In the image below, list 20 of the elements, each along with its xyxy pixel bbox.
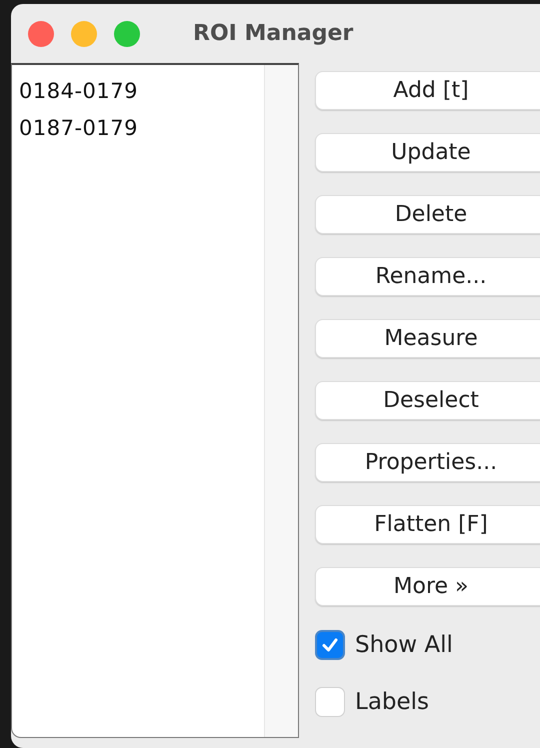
checkbox[interactable]: [315, 630, 345, 660]
scrollbar-track[interactable]: [264, 65, 298, 737]
list-item[interactable]: 0184-0179: [19, 73, 264, 110]
action-button[interactable]: Delete: [315, 195, 540, 234]
checkbox-label: Labels: [355, 688, 430, 714]
action-button[interactable]: Add [t]: [315, 71, 540, 110]
window-title: ROI Manager: [193, 21, 354, 46]
action-button[interactable]: Properties...: [315, 443, 540, 482]
minimize-button[interactable]: [71, 20, 97, 46]
list-item[interactable]: 0187-0179: [19, 110, 264, 147]
action-button[interactable]: Rename...: [315, 257, 540, 296]
checkbox-label: Show All: [355, 632, 453, 658]
zoom-button[interactable]: [114, 20, 140, 46]
close-button[interactable]: [28, 20, 54, 46]
action-button[interactable]: Flatten [F]: [315, 505, 540, 544]
action-button[interactable]: Update: [315, 133, 540, 172]
action-button[interactable]: More »: [315, 567, 540, 606]
action-button[interactable]: Measure: [315, 319, 540, 358]
action-button[interactable]: Deselect: [315, 381, 540, 420]
checkbox[interactable]: [315, 686, 345, 716]
